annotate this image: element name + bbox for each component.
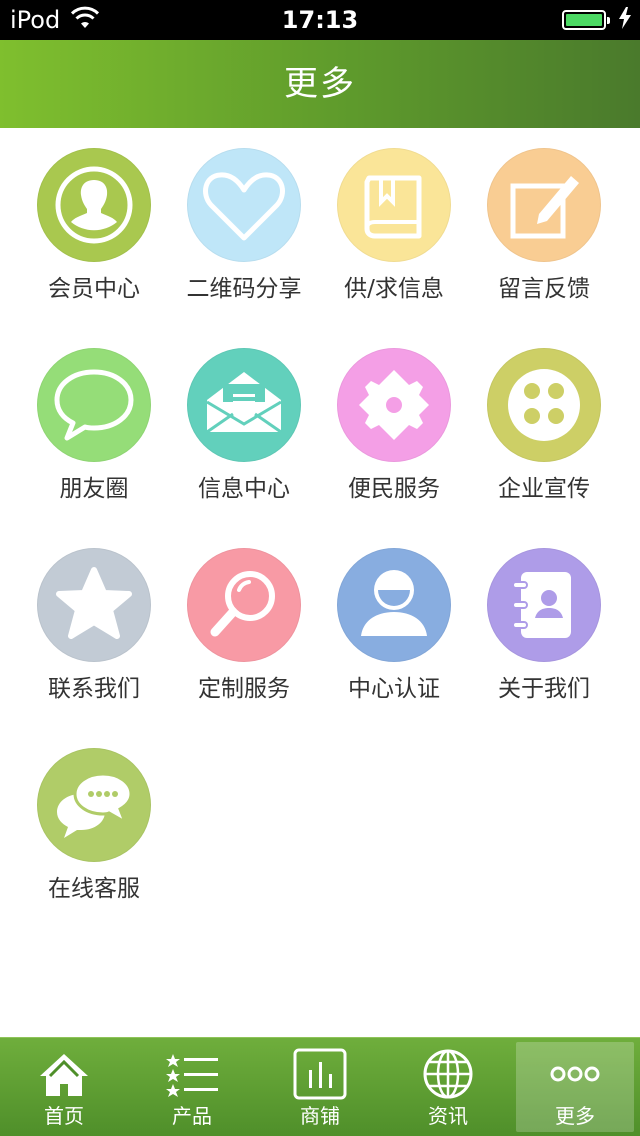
tab-label: 首页 [44,1104,84,1128]
grid-item-label: 供/求信息 [344,276,444,302]
contacts-book-icon [487,548,601,662]
chat-bubble-icon [37,348,151,462]
tab-label: 资讯 [428,1104,468,1128]
puzzle-icon [337,348,451,462]
mail-icon [187,348,301,462]
grid-item-label: 在线客服 [48,876,140,902]
tab-label: 更多 [555,1104,595,1128]
grid-item-contact-us[interactable]: 联系我们 [14,528,174,728]
grid-item-label: 留言反馈 [498,276,590,302]
grid-item-label: 关于我们 [498,676,590,702]
magnifier-icon [187,548,301,662]
tab-label: 产品 [172,1104,212,1128]
shop-icon [293,1048,347,1100]
grid-item-label: 中心认证 [348,676,440,702]
film-reel-icon [487,348,601,462]
charging-icon [618,7,632,33]
member-icon [37,148,151,262]
grid-item-qrcode-share[interactable]: 二维码分享 [164,128,324,328]
home-icon [40,1054,88,1096]
grid-item-label: 信息中心 [198,476,290,502]
chat-dots-icon [37,748,151,862]
status-bar: iPod 17:13 [0,0,640,40]
grid-item-label: 企业宣传 [498,476,590,502]
grid-item-label: 会员中心 [48,276,140,302]
grid-item-feedback[interactable]: 留言反馈 [464,128,624,328]
battery-icon [562,10,610,30]
grid-item-label: 二维码分享 [186,276,302,302]
star-icon [37,548,151,662]
grid-item-convenience[interactable]: 便民服务 [314,328,474,528]
grid-item-member-center[interactable]: 会员中心 [14,128,174,328]
heart-icon [187,148,301,262]
page-title: 更多 [284,64,356,104]
book-icon [337,148,451,262]
grid-item-certification[interactable]: 中心认证 [314,528,474,728]
status-time: 17:13 [281,6,359,34]
grid-item-label: 朋友圈 [59,476,129,502]
grid-item-label: 定制服务 [198,676,290,702]
list-icon [166,1054,218,1097]
grid-item-about-us[interactable]: 关于我们 [464,528,624,728]
grid-item-online-service[interactable]: 在线客服 [14,728,174,928]
globe-icon [423,1049,473,1099]
tab-bar: 首页 产品 商铺 资讯 更多 [0,1037,640,1136]
grid-item-info-center[interactable]: 信息中心 [164,328,324,528]
tab-shops[interactable]: 商铺 [256,1038,384,1136]
tab-products[interactable]: 产品 [128,1038,256,1136]
tab-home[interactable]: 首页 [0,1038,128,1136]
grid-item-custom-service[interactable]: 定制服务 [164,528,324,728]
status-right [562,7,632,33]
tab-news[interactable]: 资讯 [384,1038,512,1136]
more-icon [550,1066,600,1082]
grid-item-supply-demand[interactable]: 供/求信息 [314,128,474,328]
nav-bar: 更多 [0,40,640,128]
user-badge-icon [337,548,451,662]
tab-more[interactable]: 更多 [516,1042,634,1132]
edit-icon [487,148,601,262]
grid-item-label: 便民服务 [348,476,440,502]
screen: iPod 17:13 更多 会员中心 二维码分享 供/求信息 留言反馈 朋友圈 … [0,0,640,1136]
grid-item-label: 联系我们 [48,676,140,702]
grid-item-corporate-promo[interactable]: 企业宣传 [464,328,624,528]
tab-label: 商铺 [300,1104,340,1128]
grid-item-moments[interactable]: 朋友圈 [14,328,174,528]
